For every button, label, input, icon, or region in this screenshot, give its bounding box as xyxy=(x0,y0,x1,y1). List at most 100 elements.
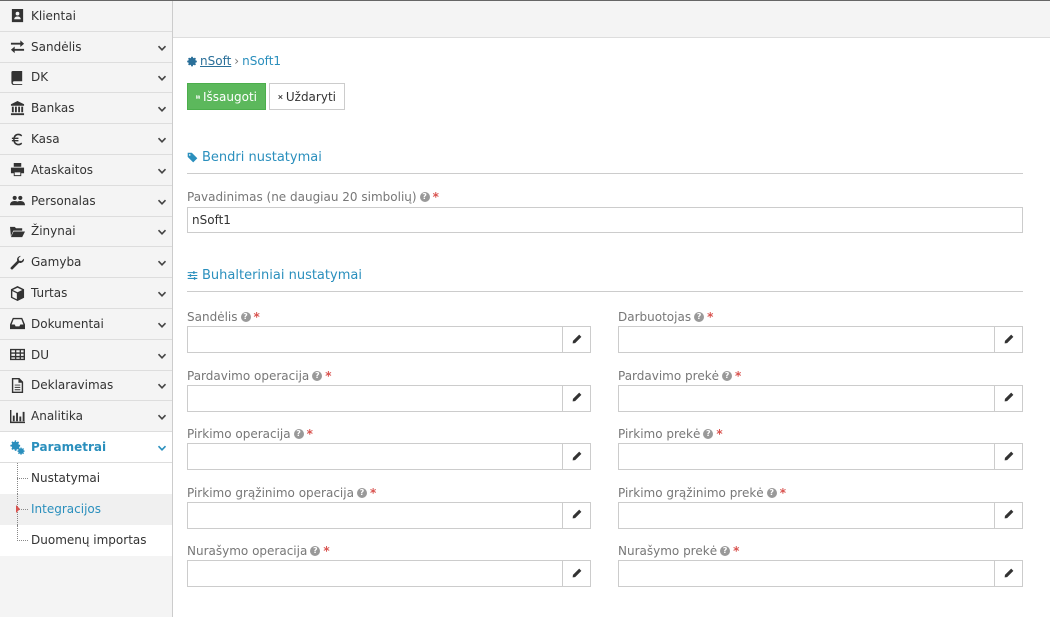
sidebar-item-label: Sandėlis xyxy=(31,39,82,54)
pencil-edit-button[interactable] xyxy=(995,384,1023,412)
sidebar-item-label: Turtas xyxy=(31,286,68,301)
inbox-icon xyxy=(8,316,26,332)
sidebar-item-gamyba[interactable]: Gamyba xyxy=(0,247,172,279)
required-marker: * xyxy=(735,368,742,383)
pirkimo-grazinimo-operacija-input[interactable] xyxy=(187,501,563,529)
pencil-icon xyxy=(572,567,582,581)
nurasymo-operacija-label: Nurašymo operacija? * xyxy=(187,544,330,558)
sidebar-item-personalas[interactable]: Personalas xyxy=(0,185,172,217)
sidebar-item-turtas[interactable]: Turtas xyxy=(0,278,172,309)
name-input[interactable]: nSoft1 xyxy=(187,207,1023,233)
help-icon[interactable]: ? xyxy=(356,487,367,498)
help-icon[interactable]: ? xyxy=(312,370,323,381)
sidebar-subitem-duomenu-importas[interactable]: Duomenų importas xyxy=(0,524,172,556)
chevron-down-icon xyxy=(157,42,167,52)
sidebar-item-sandelis[interactable]: Sandėlis xyxy=(0,31,172,63)
pencil-edit-button[interactable] xyxy=(995,560,1023,587)
close-button[interactable]: Uždaryti xyxy=(269,83,345,110)
pencil-edit-button[interactable] xyxy=(563,443,591,470)
nurasymo-operacija-input[interactable] xyxy=(187,560,563,587)
sidebar-item-label: Parametrai xyxy=(31,440,107,455)
chevron-down-icon xyxy=(157,165,167,175)
breadcrumb: nSoft › nSoft1 xyxy=(187,54,281,68)
tag-icon xyxy=(187,152,198,163)
pencil-edit-button[interactable] xyxy=(995,443,1023,470)
help-icon[interactable]: ? xyxy=(722,370,733,381)
required-marker: * xyxy=(306,427,313,441)
field-label-text: Pardavimo operacija xyxy=(187,368,310,383)
help-icon[interactable]: ? xyxy=(419,192,430,202)
section-general-title: Bendri nustatymai xyxy=(187,150,1023,174)
pencil-edit-button[interactable] xyxy=(563,326,591,353)
save-button[interactable]: Išsaugoti xyxy=(187,83,266,110)
sidebar-item-dk[interactable]: DK xyxy=(0,62,172,94)
pirkimo-preke-input[interactable] xyxy=(618,443,995,470)
address-card-icon xyxy=(8,8,26,24)
sidebar-item-parametrai[interactable]: Parametrai xyxy=(0,432,172,463)
chevron-down-icon xyxy=(157,103,167,113)
nurasymo-operacija-lookup xyxy=(187,560,591,587)
breadcrumb-root-link[interactable]: nSoft xyxy=(187,54,231,68)
sidebar-subitem-label: Duomenų importas xyxy=(31,533,147,548)
help-icon[interactable]: ? xyxy=(766,487,777,498)
required-marker: * xyxy=(779,485,786,500)
help-icon[interactable]: ? xyxy=(703,429,714,439)
field-label-text: Darbuotojas xyxy=(618,310,692,324)
sidebar-item-label: Gamyba xyxy=(31,255,82,270)
sidebar-item-du[interactable]: DU xyxy=(0,339,172,371)
help-icon[interactable]: ? xyxy=(310,546,321,556)
darbuotojas-input[interactable] xyxy=(618,326,995,353)
sidebar-subitem-integracijos[interactable]: Integracijos xyxy=(0,493,172,525)
help-icon[interactable]: ? xyxy=(240,312,251,322)
nurasymo-preke-input[interactable] xyxy=(618,560,995,587)
name-field-label: Pavadinimas (ne daugiau 20 simbolių) ? * xyxy=(187,190,439,204)
help-icon[interactable]: ? xyxy=(293,429,304,439)
sandelis-input[interactable] xyxy=(187,326,563,353)
pirkimo-grazinimo-preke-input[interactable] xyxy=(618,501,995,529)
pencil-icon xyxy=(572,333,582,347)
sidebar-item-label: Klientai xyxy=(31,8,76,23)
pencil-icon xyxy=(1004,450,1014,464)
sidebar-nav: Klientai Sandėlis DK Bankas Kasa Ataskaitos Pe… xyxy=(0,1,172,463)
help-icon[interactable]: ? xyxy=(694,312,705,322)
pardavimo-preke-input[interactable] xyxy=(618,384,995,412)
tree-connector xyxy=(17,462,29,494)
nurasymo-preke-label: Nurašymo prekė? * xyxy=(618,544,739,558)
chevron-down-icon xyxy=(157,288,167,298)
pardavimo-operacija-input[interactable] xyxy=(187,384,563,412)
pirkimo-operacija-input[interactable] xyxy=(187,443,563,470)
field-label-text: Pirkimo prekė xyxy=(618,427,701,441)
wrench-icon xyxy=(8,254,26,270)
pencil-edit-button[interactable] xyxy=(563,501,591,529)
sidebar-item-dokumentai[interactable]: Dokumentai xyxy=(0,308,172,340)
pardavimo-preke-label: Pardavimo prekė? * xyxy=(618,369,741,383)
required-marker: * xyxy=(432,190,439,204)
sidebar-item-label: Analitika xyxy=(31,409,83,424)
sidebar-item-analitika[interactable]: Analitika xyxy=(0,401,172,433)
sidebar-item-zinynai[interactable]: Žinynai xyxy=(0,216,172,248)
sidebar-item-ataskaitos[interactable]: Ataskaitos xyxy=(0,154,172,186)
chevron-down-icon xyxy=(157,226,167,236)
pencil-icon xyxy=(572,508,582,522)
sidebar-subitem-nustatymai[interactable]: Nustatymai xyxy=(0,462,172,494)
pencil-edit-button[interactable] xyxy=(563,560,591,587)
table-grid-icon xyxy=(8,347,26,363)
chevron-down-icon xyxy=(157,257,167,267)
printer-icon xyxy=(8,162,26,178)
sidebar-item-label: Deklaravimas xyxy=(31,378,114,393)
sidebar-item-kasa[interactable]: Kasa xyxy=(0,124,172,155)
pencil-edit-button[interactable] xyxy=(995,501,1023,529)
pencil-edit-button[interactable] xyxy=(995,326,1023,353)
pencil-edit-button[interactable] xyxy=(563,384,591,412)
breadcrumb-root-label: nSoft xyxy=(200,54,232,68)
chevron-down-icon xyxy=(157,350,167,360)
field-label-text: Pirkimo operacija xyxy=(187,427,291,441)
chevron-down-icon xyxy=(157,72,167,82)
help-icon[interactable]: ? xyxy=(720,546,731,556)
sidebar-item-deklaravimas[interactable]: Deklaravimas xyxy=(0,370,172,402)
gears-icon xyxy=(8,439,26,455)
sidebar-item-bankas[interactable]: Bankas xyxy=(0,93,172,125)
breadcrumb-separator: › xyxy=(234,54,240,68)
close-button-label: Uždaryti xyxy=(285,89,336,104)
sidebar-item-klientai[interactable]: Klientai xyxy=(0,1,172,32)
